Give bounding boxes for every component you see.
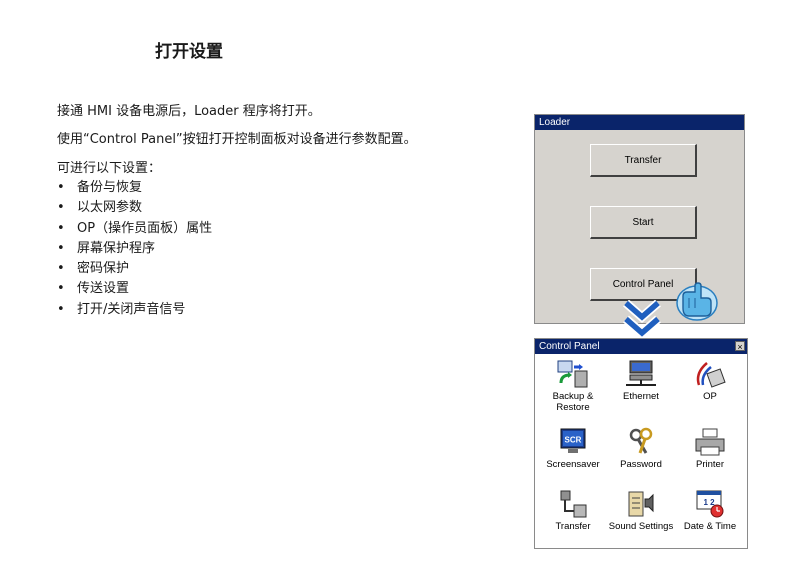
ethernet-icon bbox=[626, 360, 656, 386]
screensaver-item[interactable]: SCR Screensaver bbox=[538, 427, 608, 470]
list-item: • 备份与恢复 bbox=[57, 180, 143, 195]
intro-paragraph-2: 使用“Control Panel”按钮打开控制面板对设备进行参数配置。 bbox=[57, 132, 417, 147]
control-panel-titlebar: Control Panel × bbox=[535, 339, 747, 354]
sound-settings-item[interactable]: Sound Settings bbox=[606, 489, 676, 532]
transfer-button[interactable]: Transfer bbox=[590, 144, 697, 177]
printer-item[interactable]: Printer bbox=[675, 427, 745, 470]
list-item: • 传送设置 bbox=[57, 281, 130, 297]
intro-paragraph-1: 接通 HMI 设备电源后，Loader 程序将打开。 bbox=[57, 104, 321, 119]
intro-paragraph-3: 可进行以下设置： bbox=[57, 161, 162, 176]
list-item: • 屏幕保护程序 bbox=[57, 240, 156, 256]
list-item: • 以太网参数 bbox=[57, 200, 143, 216]
ethernet-item[interactable]: Ethernet bbox=[606, 359, 676, 402]
control-panel-grid: Backup & Restore Ethernet OP SCR Screens… bbox=[535, 354, 747, 548]
op-icon bbox=[696, 362, 726, 388]
svg-text:SCR: SCR bbox=[565, 436, 582, 445]
list-item: • 密码保护 bbox=[57, 261, 130, 277]
op-item[interactable]: OP bbox=[675, 359, 745, 402]
settings-list: • 备份与恢复 • 以太网参数 • OP（操作员面板）属性 • 屏幕保护程序 • 密码保护… bbox=[57, 178, 212, 320]
screensaver-icon: SCR bbox=[560, 428, 586, 453]
transfer-icon bbox=[560, 490, 587, 518]
down-chevron-arrow-icon bbox=[623, 300, 661, 339]
control-panel-window: Control Panel × Backup & Restore Etherne… bbox=[534, 338, 748, 549]
printer-icon bbox=[695, 428, 725, 456]
password-item[interactable]: Password bbox=[606, 427, 676, 470]
pointing-hand-icon bbox=[676, 282, 718, 321]
transfer-item[interactable]: Transfer bbox=[538, 489, 608, 532]
date-time-item[interactable]: 1 2 Date & Time bbox=[675, 489, 745, 532]
page-title: 打开设置 bbox=[155, 42, 223, 62]
backup-restore-item[interactable]: Backup & Restore bbox=[538, 359, 608, 413]
backup-restore-icon bbox=[557, 360, 588, 388]
loader-window: Loader Transfer Start Control Panel bbox=[534, 114, 745, 324]
close-icon[interactable]: × bbox=[735, 341, 745, 352]
date-time-icon: 1 2 bbox=[696, 490, 724, 518]
list-item: • 打开/关闭声音信号 bbox=[57, 301, 186, 317]
password-keys-icon bbox=[629, 427, 653, 454]
loader-titlebar: Loader bbox=[535, 115, 744, 130]
sound-settings-icon bbox=[628, 491, 654, 517]
start-button[interactable]: Start bbox=[590, 206, 697, 239]
list-item: • OP（操作员面板）属性 bbox=[57, 220, 213, 236]
